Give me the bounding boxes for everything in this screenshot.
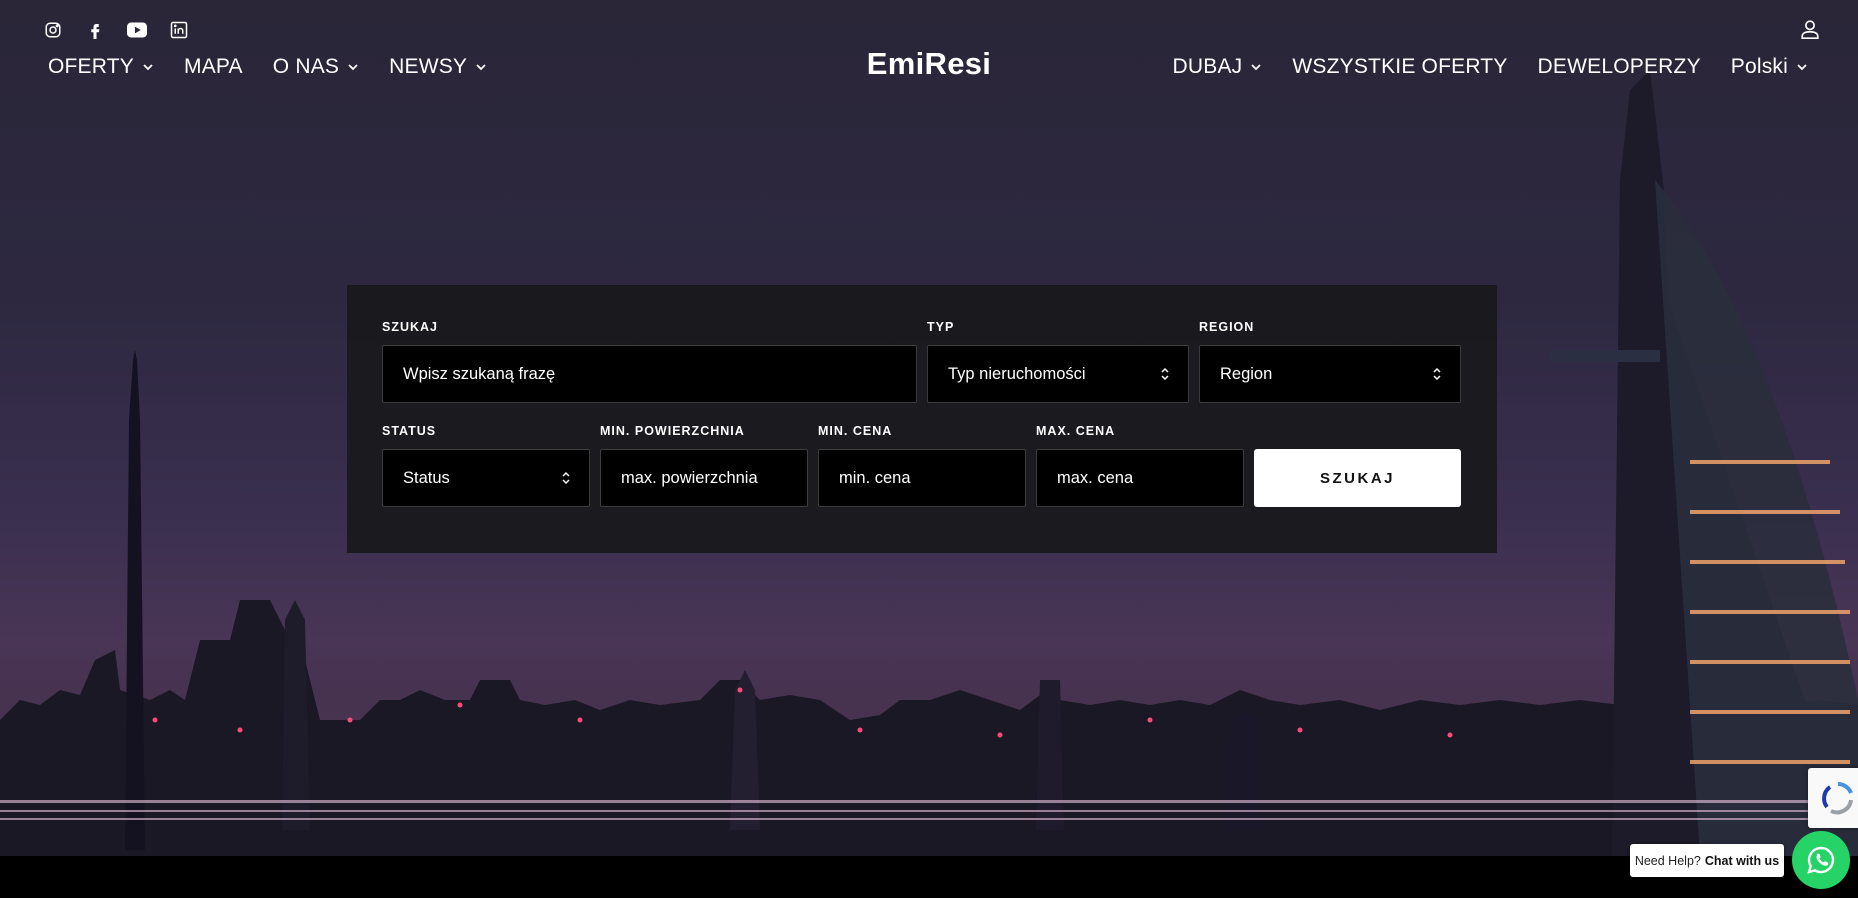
nav-item-mapa[interactable]: MAPA (184, 55, 243, 79)
nav-item-oferty[interactable]: OFERTY (48, 55, 154, 79)
chat-help-prefix: Need Help? (1634, 853, 1701, 868)
area-input[interactable] (600, 449, 808, 507)
property-type-value: Typ nieruchomości (948, 364, 1086, 383)
whatsapp-chat-button[interactable] (1792, 831, 1850, 889)
min-area-label: MIN. POWIERZCHNIA (600, 424, 745, 438)
search-submit-button[interactable]: SZUKAJ (1254, 449, 1461, 507)
nav-item-label: WSZYSTKIE OFERTY (1292, 55, 1508, 78)
page-bottom-band (0, 856, 1858, 898)
status-select[interactable]: Status (382, 449, 590, 507)
chat-help-bubble[interactable]: Need Help? Chat with us (1630, 844, 1784, 877)
nav-item-label: O NAS (272, 55, 340, 78)
max-price-label: MAX. CENA (1036, 424, 1116, 438)
min-price-input[interactable] (818, 449, 1026, 507)
nav-item-newsy[interactable]: NEWSY (389, 55, 487, 79)
region-select[interactable]: Region (1199, 345, 1461, 403)
chevron-down-icon (476, 64, 486, 71)
property-search-panel: SZUKAJ TYP Typ nieruchomości REGION Regi… (347, 285, 1497, 553)
nav-item-dubaj[interactable]: DUBAJ (1173, 55, 1263, 79)
chat-help-cta: Chat with us (1704, 853, 1780, 868)
language-label: Polski (1730, 55, 1788, 78)
nav-item-label: DEWELOPERZY (1537, 55, 1701, 78)
instagram-icon[interactable] (42, 19, 64, 41)
chevron-down-icon (1797, 64, 1807, 71)
status-value: Status (403, 468, 450, 487)
main-nav-left: OFERTY MAPA O NAS NEWSY (48, 55, 487, 79)
chevron-down-icon (348, 64, 358, 71)
recaptcha-badge[interactable] (1808, 768, 1858, 828)
language-selector[interactable]: Polski (1731, 55, 1808, 79)
main-nav-right: DUBAJ WSZYSTKIE OFERTY DEWELOPERZY Polsk… (1173, 55, 1808, 79)
sort-arrows-icon (562, 471, 570, 485)
social-links (42, 19, 190, 41)
linkedin-icon[interactable] (168, 19, 190, 41)
type-label: TYP (927, 320, 955, 334)
sort-arrows-icon (1161, 367, 1169, 381)
max-price-input[interactable] (1036, 449, 1244, 507)
nav-item-deweloperzy[interactable]: DEWELOPERZY (1538, 55, 1701, 79)
sort-arrows-icon (1433, 367, 1441, 381)
user-account-icon[interactable] (1799, 18, 1821, 40)
search-query-label: SZUKAJ (382, 320, 439, 334)
status-label: STATUS (382, 424, 437, 438)
region-value: Region (1220, 364, 1273, 383)
region-label: REGION (1199, 320, 1255, 334)
site-logo[interactable]: EmiResi (867, 46, 991, 81)
nav-item-label: NEWSY (389, 55, 468, 78)
nav-item-label: DUBAJ (1172, 55, 1243, 78)
facebook-icon[interactable] (84, 19, 106, 41)
whatsapp-icon (1807, 846, 1835, 874)
recaptcha-icon (1822, 782, 1853, 815)
chevron-down-icon (1251, 64, 1262, 71)
min-price-label: MIN. CENA (818, 424, 893, 438)
youtube-icon[interactable] (126, 19, 148, 41)
nav-item-label: OFERTY (48, 55, 134, 78)
search-query-input[interactable] (382, 345, 917, 403)
nav-item-label: MAPA (184, 55, 243, 78)
nav-item-o-nas[interactable]: O NAS (273, 55, 359, 79)
chevron-down-icon (143, 64, 153, 71)
property-type-select[interactable]: Typ nieruchomości (927, 345, 1189, 403)
nav-item-wszystkie-oferty[interactable]: WSZYSTKIE OFERTY (1292, 55, 1507, 79)
